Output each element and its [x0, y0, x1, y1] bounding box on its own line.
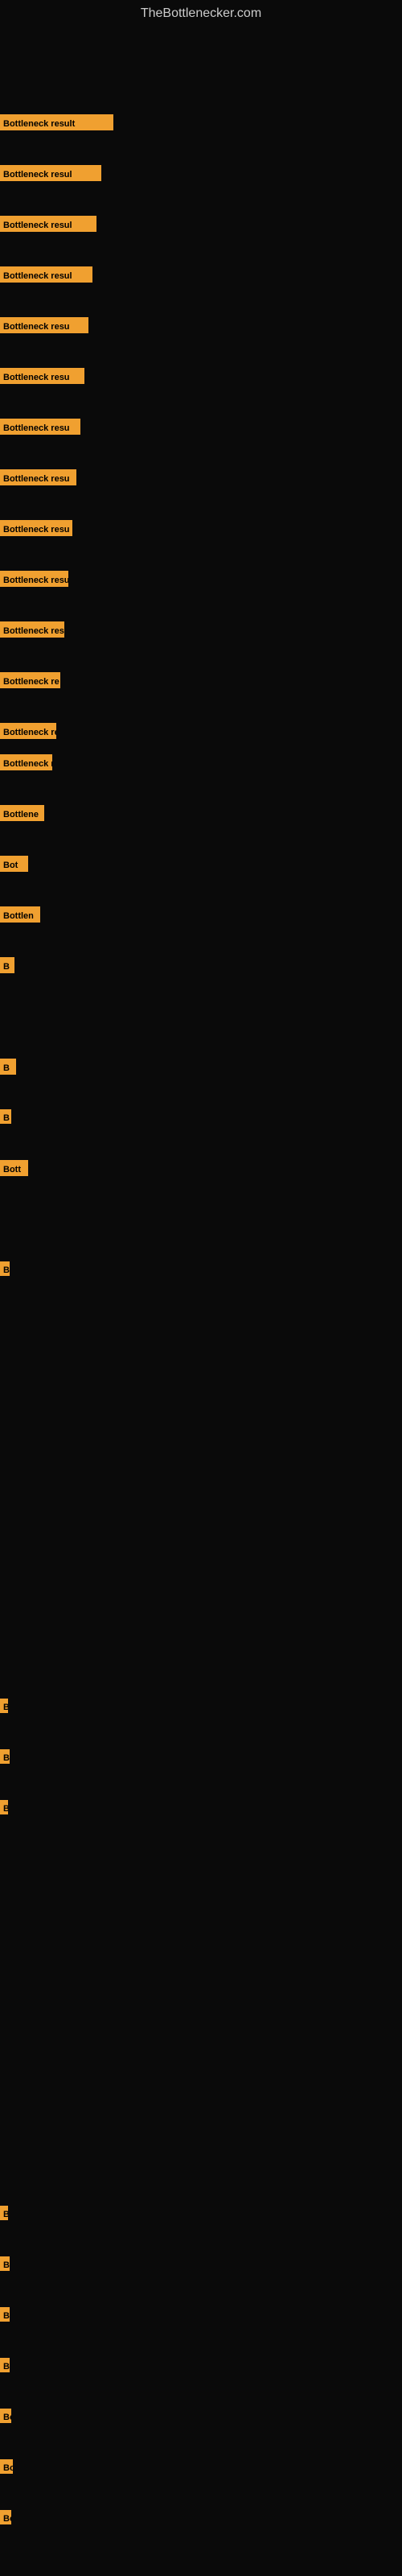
bar-label: Bot: [0, 856, 28, 872]
bar-item: Bottleneck resu: [0, 368, 84, 384]
bar-label: Bottleneck re: [0, 754, 52, 770]
bar-item: Bottleneck resul: [0, 266, 92, 283]
bar-item: B: [0, 2256, 10, 2271]
bar-label: B: [0, 1261, 10, 1276]
bar-label: B: [0, 2256, 10, 2271]
bar-label: B: [0, 1109, 11, 1124]
bar-item: Bottlene: [0, 805, 44, 821]
bar-label: Bottleneck resu: [0, 368, 84, 384]
bar-label: Bottleneck resul: [0, 216, 96, 232]
bar-label: Bottleneck resu: [0, 419, 80, 435]
bar-label: B: [0, 1059, 16, 1075]
bar-item: Bottleneck resu: [0, 469, 76, 485]
bar-item: Bottlen: [0, 906, 40, 923]
bar-item: Bottleneck re: [0, 672, 60, 688]
bar-label: B: [0, 957, 14, 973]
bar-label: Bo: [0, 2510, 11, 2524]
bar-item: Bottleneck resul: [0, 165, 101, 181]
bar-item: Bottleneck res: [0, 621, 64, 638]
bar-label: B: [0, 1800, 8, 1814]
bar-label: B: [0, 2307, 10, 2322]
bar-label: Bottleneck resul: [0, 266, 92, 283]
bar-item: Bottleneck resu: [0, 520, 72, 536]
bar-item: Bott: [0, 1160, 28, 1176]
bar-item: Bottleneck re: [0, 754, 52, 770]
bar-label: B: [0, 2358, 10, 2372]
bar-item: Bottleneck resu: [0, 419, 80, 435]
bar-label: Bottleneck result: [0, 114, 113, 130]
bar-label: Bottleneck resu: [0, 571, 68, 587]
bar-label: Bo: [0, 2459, 13, 2474]
site-title: TheBottlenecker.com: [0, 0, 402, 27]
bar-label: Bottleneck resu: [0, 317, 88, 333]
bar-item: B: [0, 1800, 8, 1814]
bar-label: Bottleneck resu: [0, 469, 76, 485]
bar-item: B: [0, 1749, 10, 1764]
bar-item: B: [0, 1261, 10, 1276]
bar-label: B: [0, 1699, 8, 1713]
bar-label: Bottleneck re: [0, 672, 60, 688]
bar-item: Bo: [0, 2510, 11, 2524]
bar-item: B: [0, 2206, 8, 2220]
bar-item: B: [0, 1699, 8, 1713]
bar-item: B: [0, 2358, 10, 2372]
bar-item: Bottleneck resu: [0, 317, 88, 333]
bar-label: Bott: [0, 1160, 28, 1176]
bar-label: Bottleneck res: [0, 621, 64, 638]
bar-item: B: [0, 957, 14, 973]
bar-label: Bottlene: [0, 805, 44, 821]
bar-item: Bottleneck re: [0, 723, 56, 739]
bar-label: B: [0, 1749, 10, 1764]
bar-label: Bottlen: [0, 906, 40, 923]
bar-label: Bottleneck resu: [0, 520, 72, 536]
bar-label: Bottleneck resul: [0, 165, 101, 181]
bar-item: B: [0, 1059, 16, 1075]
bar-item: Bottleneck resu: [0, 571, 68, 587]
bar-item: Bo: [0, 2409, 11, 2423]
bar-item: B: [0, 2307, 10, 2322]
bar-item: Bottleneck resul: [0, 216, 96, 232]
bar-item: Bottleneck result: [0, 114, 113, 130]
bar-item: Bo: [0, 2459, 13, 2474]
bar-item: B: [0, 1109, 11, 1124]
bar-item: Bot: [0, 856, 28, 872]
bar-label: Bottleneck re: [0, 723, 56, 739]
bar-label: B: [0, 2206, 8, 2220]
bar-label: Bo: [0, 2409, 11, 2423]
